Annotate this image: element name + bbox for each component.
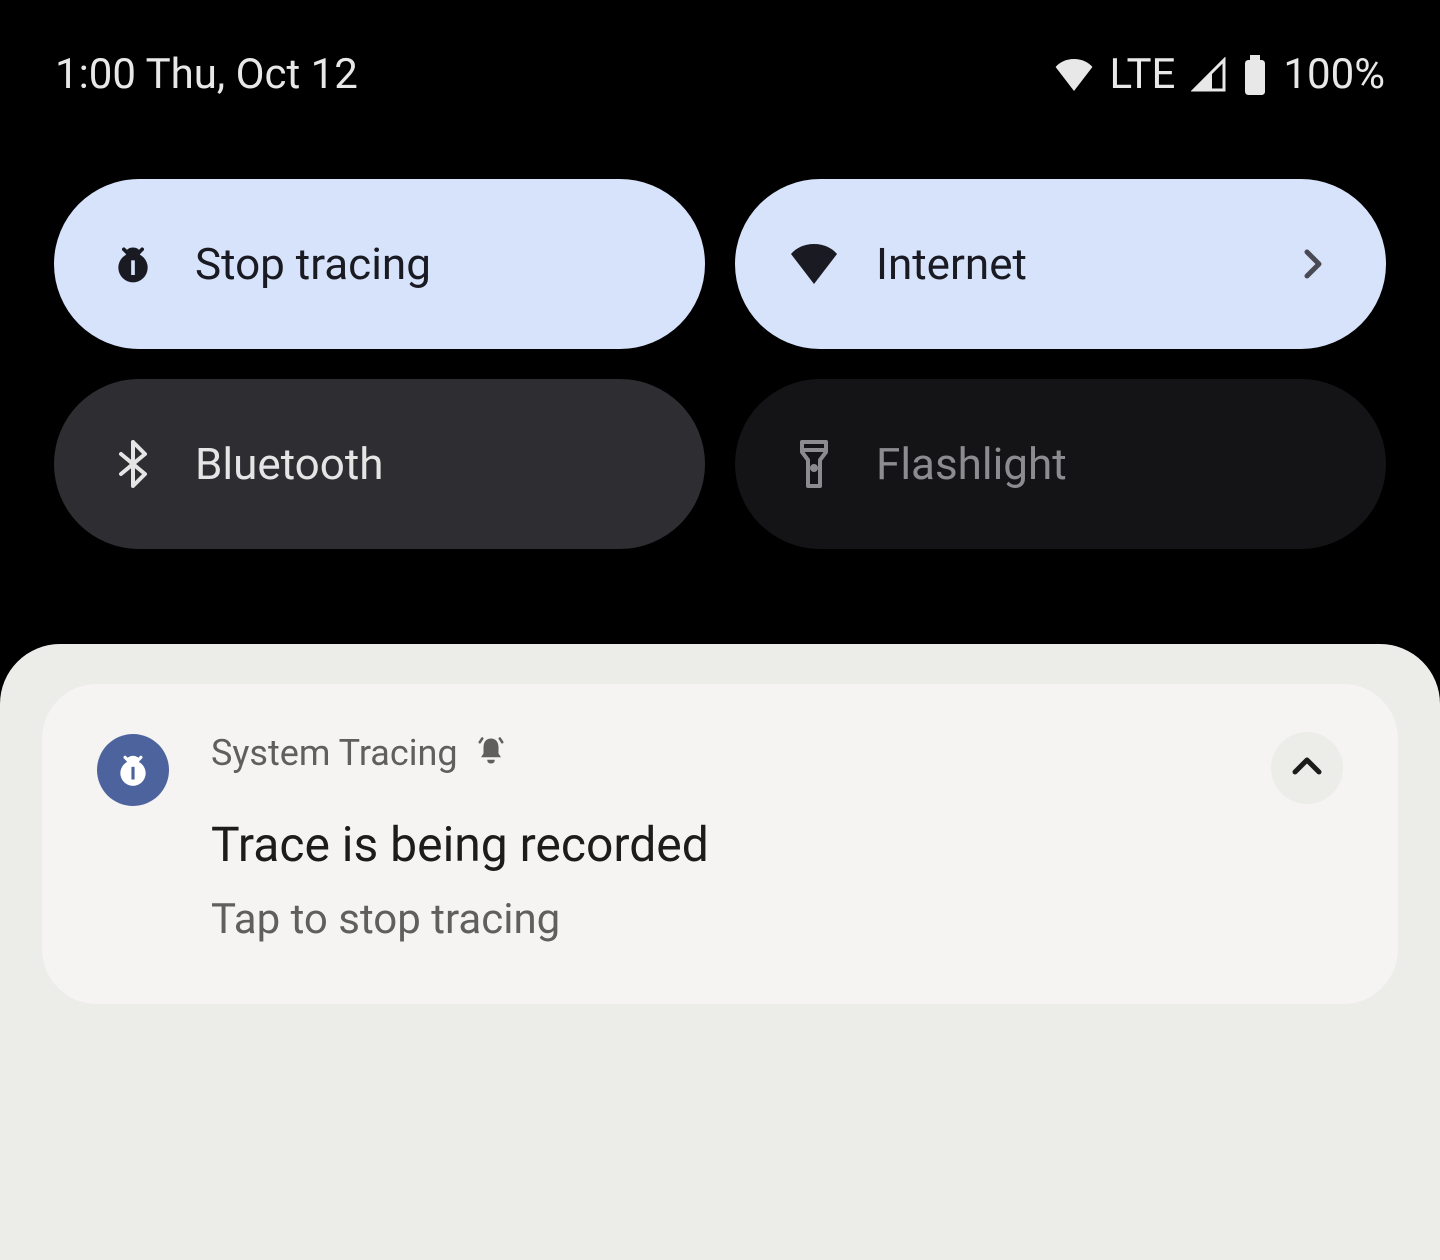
bug-icon [109,240,157,288]
flashlight-icon [790,440,838,488]
status-time-date: 1:00 Thu, Oct 12 [55,50,358,99]
notification-subtitle: Tap to stop tracing [211,895,1229,944]
tile-label: Flashlight [876,438,1331,490]
notification-content: System Tracing Trace is being recorded T… [211,732,1229,944]
battery-percent: 100% [1283,50,1385,99]
network-label: LTE [1110,50,1176,99]
chevron-up-icon [1291,756,1323,780]
notification-header: System Tracing [211,732,1229,774]
tile-label: Stop tracing [195,238,650,290]
notification-app-name: System Tracing [211,732,458,774]
wifi-icon [1054,59,1094,91]
notification-app-icon [97,734,169,806]
notification-panel: System Tracing Trace is being recorded T… [0,644,1440,1260]
battery-icon [1243,55,1267,95]
status-right: LTE 100% [1054,50,1386,99]
tile-bluetooth[interactable]: Bluetooth [54,379,705,549]
status-bar: 1:00 Thu, Oct 12 LTE 100% [0,0,1440,139]
quick-settings-tiles: Stop tracing Internet Bluetooth Flashlig… [0,139,1440,549]
tile-label: Internet [876,238,1257,290]
notification-title: Trace is being recorded [211,816,1229,873]
signal-icon [1191,57,1227,93]
wifi-icon [790,240,838,288]
chevron-right-icon [1295,246,1331,282]
tile-internet[interactable]: Internet [735,179,1386,349]
tile-flashlight[interactable]: Flashlight [735,379,1386,549]
bluetooth-icon [109,440,157,488]
collapse-button[interactable] [1271,732,1343,804]
tile-stop-tracing[interactable]: Stop tracing [54,179,705,349]
tile-label: Bluetooth [195,438,650,490]
notification-card[interactable]: System Tracing Trace is being recorded T… [42,684,1398,1004]
bell-icon [476,736,506,770]
